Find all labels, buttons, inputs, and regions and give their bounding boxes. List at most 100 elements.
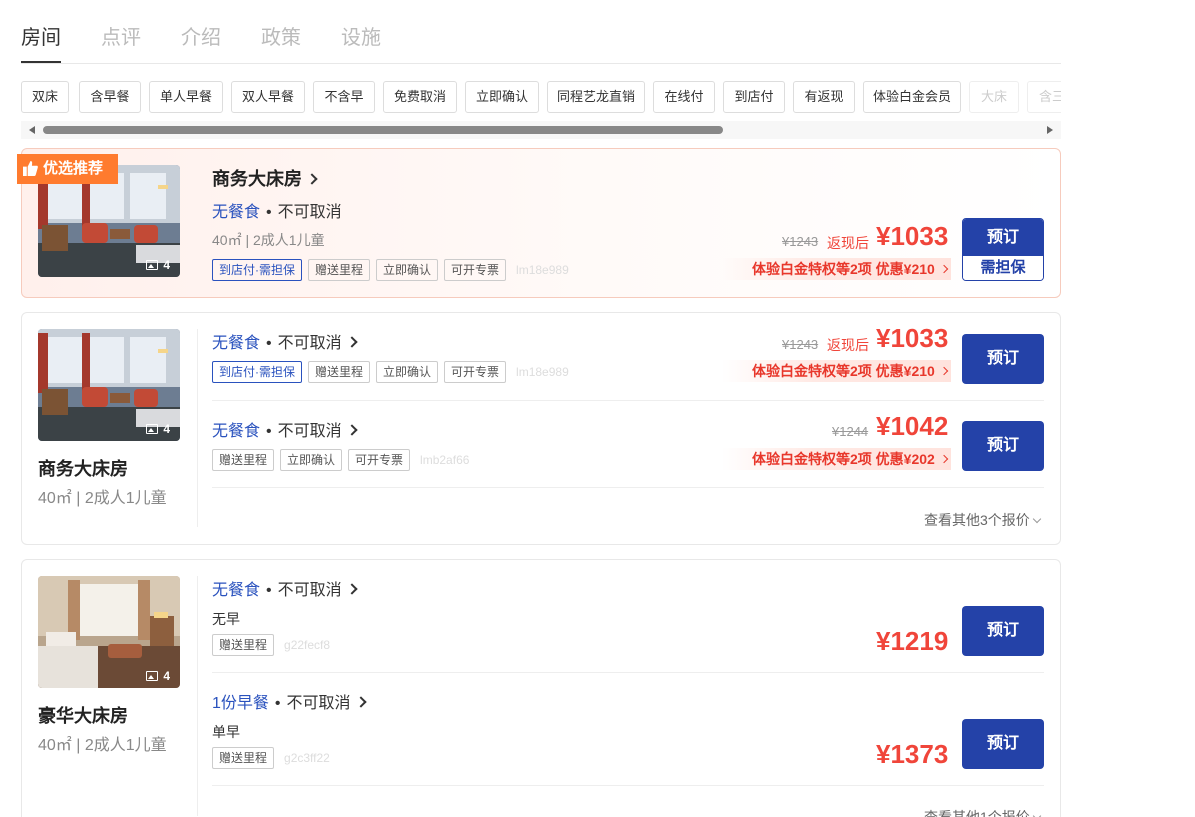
separator-dot: • [266, 335, 272, 352]
filter-chip[interactable]: 含三 [1027, 81, 1061, 113]
filter-chip[interactable]: 立即确认 [465, 81, 539, 113]
divider [212, 487, 1044, 488]
price: ¥1042 [876, 411, 949, 441]
filter-chip[interactable]: 含早餐 [79, 81, 141, 113]
recommended-badge: 优选推荐 [17, 154, 118, 184]
separator-dot: • [266, 423, 272, 440]
tag: 赠送里程 [212, 634, 275, 656]
image-icon [146, 424, 159, 434]
chevron-right-icon [345, 336, 358, 348]
filter-chip[interactable]: 大床 [969, 81, 1019, 113]
cancel-policy: 不可取消 [277, 335, 342, 352]
original-price: ¥1243 [782, 234, 819, 249]
tab-policy[interactable]: 政策 [261, 21, 301, 50]
scroll-left-icon[interactable] [29, 126, 35, 134]
meal-policy[interactable]: 无餐食 • 不可取消 [212, 329, 358, 353]
chevron-right-icon [939, 264, 949, 274]
photo-count: 4 [146, 422, 170, 436]
book-button[interactable]: 预订 [962, 719, 1044, 769]
offer-code: lm18e989 [516, 365, 569, 379]
chevron-right-icon [939, 454, 949, 464]
filter-chip[interactable]: 双床 [21, 81, 69, 113]
promo-text: 体验白金特权等2项 优惠¥210 [752, 363, 935, 379]
scroll-right-icon[interactable] [1047, 126, 1053, 134]
book-button[interactable]: 预订 [962, 334, 1044, 384]
meal-policy[interactable]: 无餐食 • 不可取消 [212, 417, 358, 441]
book-label: 预订 [963, 219, 1043, 256]
room-photo[interactable]: 4 [38, 576, 180, 688]
offer-tags: 到店付·需担保 赠送里程 立即确认 可开专票 lm18e989 [212, 361, 569, 383]
room-card: 4 商务大床房 40㎡ | 2成人1儿童 无餐食 • 不可取消 到店付·需担保 赠送… [21, 312, 1061, 545]
tag: 立即确认 [376, 259, 439, 281]
room-photo[interactable]: 4 [38, 329, 180, 441]
cancel-policy: 不可取消 [277, 582, 342, 599]
tag: 可开专票 [444, 361, 507, 383]
room-name[interactable]: 商务大床房 [212, 165, 318, 191]
promo-link[interactable]: 体验白金特权等2项 优惠¥202 [722, 448, 951, 470]
cashback-label: 返现后 [827, 235, 869, 251]
divider [212, 400, 1044, 401]
book-button[interactable]: 预订 需担保 [962, 218, 1044, 281]
thumbs-up-icon [23, 161, 38, 176]
promo-link[interactable]: 体验白金特权等2项 优惠¥210 [722, 360, 951, 382]
filter-chip[interactable]: 在线付 [653, 81, 715, 113]
room-name[interactable]: 商务大床房 [38, 455, 128, 481]
tag: 可开专票 [348, 449, 411, 471]
scrollbar-thumb[interactable] [43, 126, 723, 134]
chevron-right-icon [939, 366, 949, 376]
separator-dot: • [266, 204, 272, 221]
cancel-policy: 不可取消 [286, 695, 351, 712]
room-name[interactable]: 豪华大床房 [38, 702, 128, 728]
promo-link[interactable]: 体验白金特权等2项 优惠¥210 [722, 258, 951, 280]
divider [212, 672, 1044, 673]
filter-chip[interactable]: 不含早 [313, 81, 375, 113]
room-card: 4 豪华大床房 40㎡ | 2成人1儿童 无餐食 • 不可取消 无早 赠送里程 g2… [21, 559, 1061, 817]
tab-facilities[interactable]: 设施 [341, 21, 381, 50]
more-offers-text: 查看其他3个报价 [924, 512, 1030, 528]
room-occupancy: 2成人1儿童 [84, 490, 167, 507]
tab-intro[interactable]: 介绍 [181, 21, 221, 50]
meal-type: 无餐食 [212, 582, 261, 599]
filter-chip[interactable]: 到店付 [723, 81, 785, 113]
tag: 到店付·需担保 [212, 361, 302, 383]
filter-chip[interactable]: 单人早餐 [149, 81, 223, 113]
active-tab-indicator [21, 61, 61, 63]
filter-scrollbar[interactable] [21, 121, 1061, 139]
meal-type: 1份早餐 [212, 695, 269, 712]
original-price: ¥1243 [782, 337, 819, 352]
image-icon [146, 671, 159, 681]
more-offers-link[interactable]: 查看其他1个报价 [924, 807, 1042, 817]
photo-count: 4 [146, 669, 170, 683]
room-size: 40㎡ [212, 232, 242, 248]
divider [212, 785, 1044, 786]
filter-chip[interactable]: 有返现 [793, 81, 855, 113]
promo-text: 体验白金特权等2项 优惠¥202 [752, 451, 935, 467]
filter-chip[interactable]: 同程艺龙直销 [547, 81, 645, 113]
cancel-policy: 不可取消 [277, 423, 342, 440]
room-occupancy: 2成人1儿童 [84, 737, 167, 754]
photo-count-value: 4 [163, 258, 170, 272]
divider [197, 329, 198, 527]
book-button[interactable]: 预订 [962, 421, 1044, 471]
room-occupancy: 2成人1儿童 [253, 232, 325, 248]
offer-tags: 到店付·需担保 赠送里程 立即确认 可开专票 lm18e989 [212, 259, 569, 281]
tab-rooms[interactable]: 房间 [21, 21, 61, 50]
meal-type: 无餐食 [212, 335, 261, 352]
filter-chip[interactable]: 免费取消 [383, 81, 457, 113]
chevron-down-icon [1032, 514, 1042, 524]
tab-reviews[interactable]: 点评 [101, 21, 141, 50]
chevron-right-icon [345, 424, 358, 436]
meal-policy[interactable]: 1份早餐 • 不可取消 [212, 689, 367, 713]
meal-policy[interactable]: 无餐食 • 不可取消 [212, 576, 358, 600]
tab-bar: 房间 点评 介绍 政策 设施 [21, 18, 1061, 64]
price: ¥1219 [876, 626, 949, 656]
offer-code: g2c3ff22 [284, 751, 330, 765]
more-offers-link[interactable]: 查看其他3个报价 [924, 510, 1042, 530]
room-size: 40㎡ [38, 737, 72, 754]
offer-code: lm18e989 [516, 263, 569, 277]
filter-chip[interactable]: 体验白金会员 [863, 81, 961, 113]
tag: 赠送里程 [212, 747, 275, 769]
filter-chip[interactable]: 双人早餐 [231, 81, 305, 113]
photo-count-value: 4 [163, 422, 170, 436]
book-button[interactable]: 预订 [962, 606, 1044, 656]
